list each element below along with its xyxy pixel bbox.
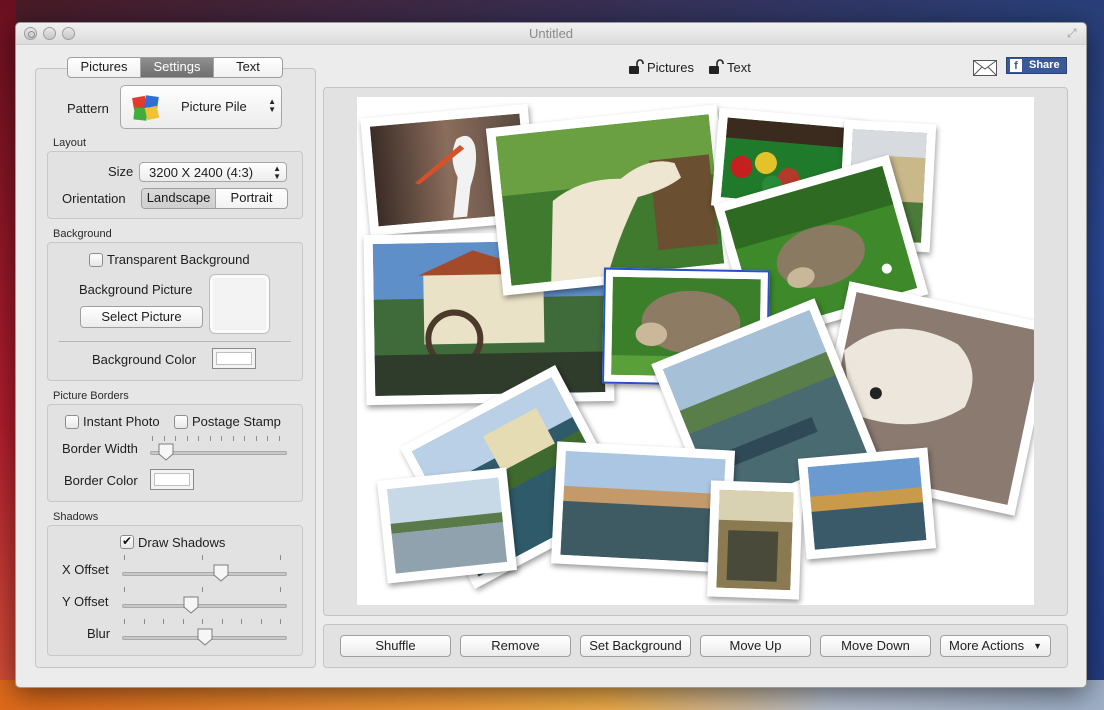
pattern-label: Pattern [67, 101, 109, 116]
blur-slider-knob[interactable] [197, 628, 213, 646]
photo-mill-wheel-image [716, 489, 794, 591]
photo-mill-wheel[interactable] [707, 480, 803, 600]
tab-settings[interactable]: Settings [141, 58, 214, 77]
border-width-slider-knob[interactable] [158, 443, 174, 461]
background-color-well[interactable] [212, 348, 256, 369]
draw-shadows-checkbox[interactable] [120, 534, 134, 549]
dropdown-arrow-icon: ▼ [1033, 641, 1042, 651]
background-section-title: Background [53, 228, 112, 240]
background-divider [59, 341, 291, 342]
panel-tabs: Pictures Settings Text [67, 57, 283, 78]
popup-arrows-icon: ▲ ▼ [273, 164, 281, 181]
pictures-lock-label: Pictures [647, 59, 694, 75]
x-offset-label: X Offset [62, 562, 109, 577]
postage-stamp-checkbox[interactable] [174, 415, 188, 429]
app-window: Untitled ⤢ Pictures Settings Text Patter… [15, 22, 1087, 688]
instant-photo-label: Instant Photo [83, 414, 160, 429]
remove-button[interactable]: Remove [460, 635, 571, 657]
title-bar: Untitled ⤢ [16, 23, 1086, 45]
transparent-background-label: Transparent Background [107, 252, 250, 267]
transparent-background-checkbox[interactable] [89, 253, 103, 267]
text-lock-label: Text [727, 59, 751, 75]
collage-canvas[interactable] [357, 97, 1034, 605]
action-bar: Shuffle Remove Set Background Move Up Mo… [323, 624, 1068, 668]
size-label: Size [108, 164, 134, 179]
y-offset-label: Y Offset [62, 594, 109, 609]
border-width-ticks [152, 436, 280, 441]
move-up-button[interactable]: Move Up [700, 635, 811, 657]
x-offset-slider-knob[interactable] [213, 564, 229, 582]
desktop-background-left [0, 0, 16, 710]
set-background-button[interactable]: Set Background [580, 635, 691, 657]
orientation-portrait[interactable]: Portrait [216, 189, 287, 208]
x-offset-slider[interactable] [122, 572, 287, 576]
photo-pier-image [386, 477, 508, 574]
y-offset-ticks [124, 587, 281, 592]
select-picture-button[interactable]: Select Picture [80, 306, 203, 328]
orientation-control: Landscape Portrait [141, 188, 288, 209]
photo-harbor[interactable] [550, 441, 736, 573]
share-label: Share [1029, 59, 1060, 71]
background-picture-well[interactable] [209, 274, 270, 334]
blur-label: Blur [87, 626, 111, 641]
background-picture-label: Background Picture [79, 282, 193, 297]
picture-borders-section-title: Picture Borders [53, 390, 129, 402]
unlocked-icon [709, 59, 724, 74]
blur-ticks [124, 619, 281, 624]
size-popup[interactable]: 3200 X 2400 (4:3) ▲ ▼ [139, 162, 287, 182]
shadows-section-title: Shadows [53, 511, 99, 523]
popup-arrows-icon: ▲ ▼ [268, 97, 276, 114]
pattern-value: Picture Pile [181, 99, 247, 114]
pattern-popup[interactable]: Picture Pile ▲ ▼ [120, 85, 282, 129]
background-color-label: Background Color [92, 352, 197, 367]
postage-stamp-label: Postage Stamp [192, 414, 281, 429]
orientation-label: Orientation [62, 191, 126, 206]
unlocked-icon [629, 59, 644, 74]
fullscreen-icon[interactable]: ⤢ [1067, 27, 1080, 40]
photo-waterfront[interactable] [797, 447, 937, 560]
text-lock-toggle[interactable]: Text [708, 59, 751, 75]
shuffle-button[interactable]: Shuffle [340, 635, 451, 657]
border-color-well[interactable] [150, 469, 194, 490]
layout-section-title: Layout [53, 137, 87, 149]
mail-icon[interactable] [973, 60, 997, 76]
photo-waterfront-image [807, 457, 927, 550]
draw-shadows-label: Draw Shadows [138, 535, 226, 550]
window-title: Untitled [528, 26, 574, 41]
pictures-lock-toggle[interactable]: Pictures [628, 59, 694, 75]
orientation-landscape[interactable]: Landscape [142, 189, 216, 208]
pattern-icon [132, 95, 160, 121]
tab-pictures[interactable]: Pictures [68, 58, 141, 77]
y-offset-slider-knob[interactable] [183, 596, 199, 614]
border-color-label: Border Color [64, 473, 138, 488]
y-offset-slider[interactable] [122, 604, 287, 608]
tab-text[interactable]: Text [214, 58, 282, 77]
more-actions-button[interactable]: More Actions ▼ [940, 635, 1051, 657]
photo-harbor-image [560, 450, 726, 564]
photo-pier[interactable] [376, 467, 518, 584]
facebook-share-button[interactable]: f Share [1006, 57, 1067, 74]
border-width-label: Border Width [62, 441, 138, 456]
size-value: 3200 X 2400 (4:3) [149, 165, 254, 180]
x-offset-ticks [124, 555, 281, 560]
facebook-icon: f [1010, 59, 1022, 72]
move-down-button[interactable]: Move Down [820, 635, 931, 657]
more-actions-label: More Actions [949, 638, 1025, 653]
instant-photo-checkbox[interactable] [65, 415, 79, 429]
photo-llama-image [495, 114, 725, 286]
